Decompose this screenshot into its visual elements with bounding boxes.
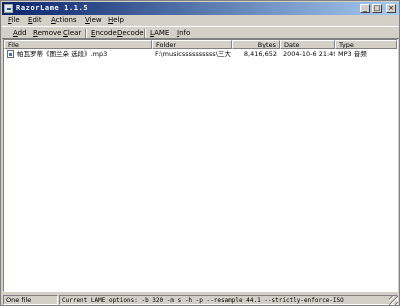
remove-button[interactable]: Remove <box>33 29 61 38</box>
column-header-type[interactable]: Type <box>335 40 397 49</box>
cell-file: 帕瓦罗蒂《图兰朵 选段》.mp3 <box>17 50 108 58</box>
toolbar: Add Remove Clear Encode Decode LAME Info <box>2 26 399 39</box>
menu-actions[interactable]: Actions <box>51 15 77 25</box>
menu-help[interactable]: Help <box>108 15 124 25</box>
menu-edit[interactable]: Edit <box>28 15 42 25</box>
maximize-button[interactable]: □ <box>372 4 382 13</box>
cell-folder: F:\musicssssssssss\三大... <box>155 50 231 58</box>
minimize-icon: _ <box>363 4 367 12</box>
toolbar-separator <box>144 29 146 38</box>
maximize-icon: □ <box>373 4 381 12</box>
close-button[interactable]: × <box>386 4 396 13</box>
cell-bytes: 8,416,652 <box>243 50 277 58</box>
minimize-button[interactable]: _ <box>360 4 370 13</box>
app-window: RazorLame 1.1.5 _ □ × File Edit Actions … <box>0 0 400 306</box>
menu-view[interactable]: View <box>85 15 102 25</box>
file-list[interactable]: File Folder Bytes Date Type 帕瓦罗蒂《图兰朵 选段》… <box>3 39 398 292</box>
status-file-count: One file <box>3 295 58 305</box>
menu-bar: File Edit Actions View Help <box>2 15 399 25</box>
cell-type: MP3 音频 <box>338 50 367 58</box>
clear-button[interactable]: Clear <box>63 29 81 38</box>
info-button[interactable]: Info <box>177 29 190 38</box>
status-lame-options: Current LAME options: -b 320 -m s -h -p … <box>59 295 398 305</box>
table-row[interactable]: 帕瓦罗蒂《图兰朵 选段》.mp3 F:\musicssssssssss\三大..… <box>4 49 397 59</box>
mp3-file-icon <box>7 50 14 58</box>
app-icon[interactable] <box>4 4 13 13</box>
column-header-bytes[interactable]: Bytes <box>232 40 280 49</box>
cell-date: 2004-10-6 21:49 <box>283 50 335 58</box>
decode-button[interactable]: Decode <box>117 29 144 38</box>
title-bar[interactable]: RazorLame 1.1.5 _ □ × <box>2 2 399 15</box>
column-header-date[interactable]: Date <box>280 40 335 49</box>
status-bar: One file Current LAME options: -b 320 -m… <box>2 294 399 306</box>
add-button[interactable]: Add <box>13 29 27 38</box>
close-icon: × <box>388 4 394 12</box>
resize-grip-icon[interactable] <box>389 296 398 305</box>
lame-button[interactable]: LAME <box>150 29 169 38</box>
column-header-file[interactable]: File <box>4 40 152 49</box>
menu-file[interactable]: File <box>8 15 20 25</box>
encode-button[interactable]: Encode <box>91 29 117 38</box>
column-header-folder[interactable]: Folder <box>152 40 232 49</box>
list-header: File Folder Bytes Date Type <box>4 40 397 49</box>
toolbar-separator <box>85 29 87 38</box>
window-title: RazorLame 1.1.5 <box>16 4 89 12</box>
